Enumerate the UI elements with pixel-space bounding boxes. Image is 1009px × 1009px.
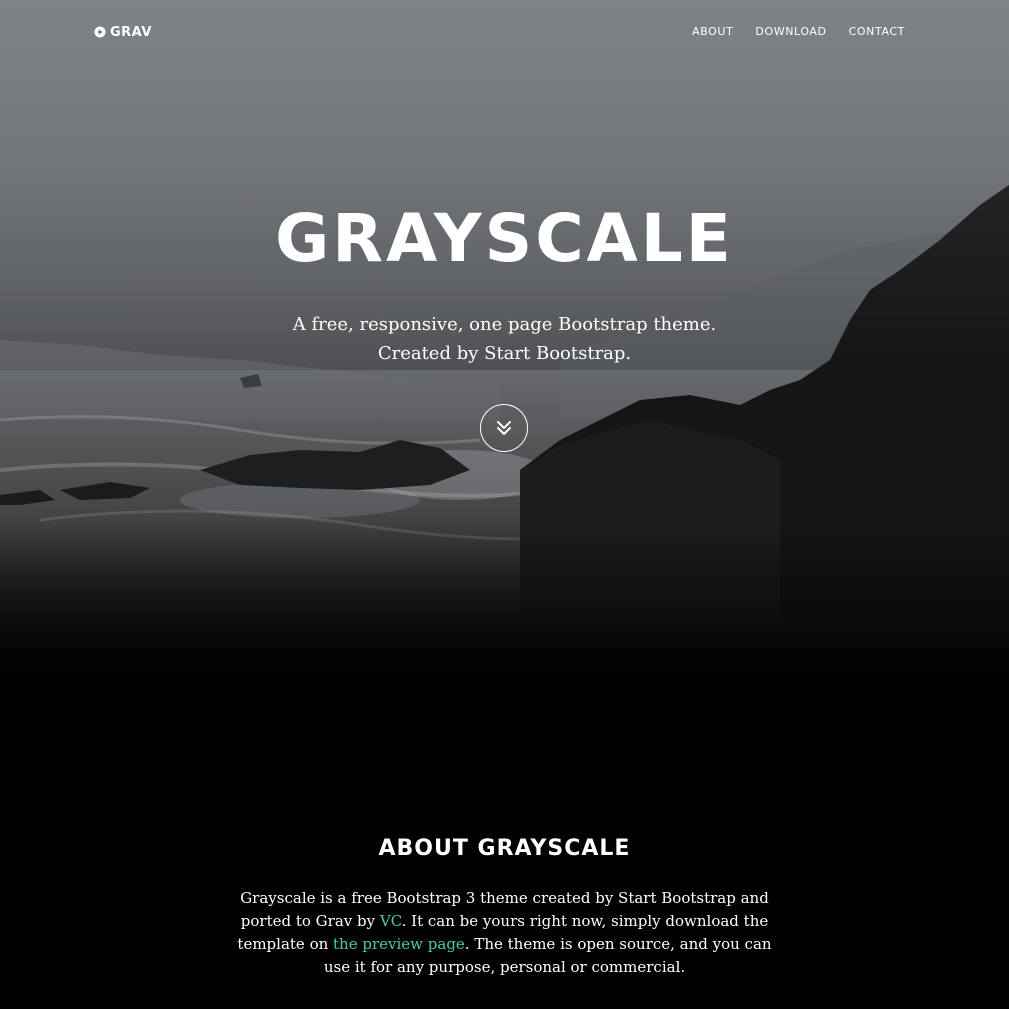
about-paragraph: Grayscale is a free Bootstrap 3 theme cr… — [234, 887, 775, 979]
double-chevron-down-icon — [497, 421, 511, 435]
hero-subtitle-line-2: Created by Start Bootstrap. — [377, 343, 632, 364]
hero-subtitle: A free, responsive, one page Bootstrap t… — [0, 310, 1009, 368]
brand-label: GRAV — [110, 24, 152, 40]
vc-link[interactable]: VC — [380, 912, 402, 930]
play-circle-icon — [94, 26, 106, 38]
scroll-down-button[interactable] — [480, 404, 528, 452]
hero-subtitle-line-1: A free, responsive, one page Bootstrap t… — [292, 314, 717, 335]
preview-page-link[interactable]: the preview page — [333, 935, 465, 953]
about-title: ABOUT GRAYSCALE — [378, 836, 631, 861]
brand-link[interactable]: GRAV — [94, 24, 152, 40]
navbar: GRAV ABOUT DOWNLOAD CONTACT — [0, 0, 1009, 64]
nav-link-download[interactable]: DOWNLOAD — [755, 25, 826, 38]
hero-title: GRAYSCALE — [275, 200, 734, 277]
nav-links: ABOUT DOWNLOAD CONTACT — [692, 25, 905, 38]
nav-link-contact[interactable]: CONTACT — [849, 25, 905, 38]
nav-link-about[interactable]: ABOUT — [692, 25, 733, 38]
